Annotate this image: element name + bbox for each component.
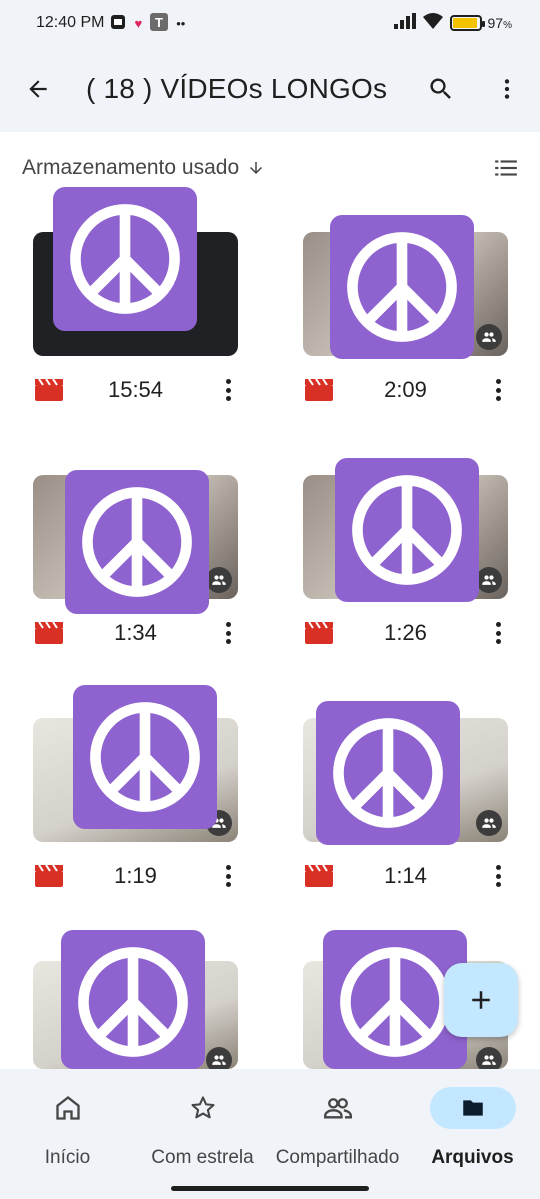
people-icon bbox=[323, 1098, 352, 1119]
video-file-icon bbox=[35, 378, 63, 406]
more-vert-icon[interactable] bbox=[222, 862, 234, 890]
wifi-icon bbox=[422, 12, 444, 35]
file-name: 2:09 bbox=[384, 377, 427, 402]
more-vert-icon[interactable] bbox=[222, 376, 234, 404]
more-vert-icon[interactable] bbox=[492, 376, 504, 404]
peace-sign-sticker bbox=[316, 701, 460, 845]
more-vert-icon[interactable] bbox=[222, 619, 234, 647]
battery-percent: 97% bbox=[487, 15, 512, 31]
nav-item-files[interactable]: Arquivos bbox=[405, 1087, 540, 1177]
shared-icon bbox=[206, 1047, 232, 1069]
more-options-button[interactable] bbox=[474, 46, 540, 132]
new-button[interactable] bbox=[444, 963, 518, 1037]
video-file-icon bbox=[35, 621, 63, 649]
file-name: 1:19 bbox=[114, 863, 157, 888]
file-meta-row: 1:14 bbox=[303, 858, 508, 894]
app-bar: ( 18 ) VÍDEOs LONGOs bbox=[0, 46, 540, 132]
shared-icon bbox=[476, 567, 502, 593]
more-vert-icon[interactable] bbox=[492, 619, 504, 647]
nav-label-shared: Compartilhado bbox=[275, 1147, 400, 1168]
file-name: 1:14 bbox=[384, 863, 427, 888]
peace-sign-sticker bbox=[65, 470, 209, 614]
search-button[interactable] bbox=[408, 46, 474, 132]
file-name: 15:54 bbox=[107, 377, 164, 402]
app-icon bbox=[110, 14, 126, 33]
folder-title: ( 18 ) VÍDEOs LONGOs bbox=[86, 73, 388, 104]
shared-icon bbox=[476, 1047, 502, 1069]
nav-item-shared[interactable]: Compartilhado bbox=[270, 1087, 405, 1177]
folder-icon bbox=[462, 1100, 483, 1116]
video-file-icon bbox=[35, 864, 63, 892]
sort-row: Armazenamento usado bbox=[0, 145, 540, 191]
file-meta-row: 1:26 bbox=[303, 615, 508, 651]
shared-icon bbox=[476, 324, 502, 350]
svg-text:T: T bbox=[155, 15, 163, 30]
nav-label-starred: Com estrela bbox=[151, 1147, 254, 1168]
heart-icon: ♥ bbox=[134, 15, 143, 31]
file-meta-row: 1:34 bbox=[33, 615, 238, 651]
peace-sign-sticker bbox=[53, 187, 197, 331]
more-vert-icon[interactable] bbox=[492, 862, 504, 890]
battery-icon bbox=[449, 15, 485, 31]
nav-label-home: Início bbox=[44, 1147, 91, 1168]
file-meta-row: 1:19 bbox=[33, 858, 238, 894]
back-button[interactable] bbox=[0, 46, 76, 132]
list-view-icon[interactable] bbox=[492, 155, 520, 186]
gesture-bar bbox=[171, 1186, 369, 1191]
more-vert-icon bbox=[504, 79, 510, 99]
video-file-icon bbox=[305, 621, 333, 649]
video-file-icon bbox=[305, 864, 333, 892]
shared-icon bbox=[206, 567, 232, 593]
video-file-icon bbox=[305, 378, 333, 406]
file-meta-row: 15:54 bbox=[33, 372, 238, 408]
file-name: 1:26 bbox=[384, 620, 427, 645]
star-icon bbox=[190, 1096, 215, 1119]
more-notifications-icon: •• bbox=[176, 15, 186, 31]
plus-icon bbox=[472, 991, 490, 1009]
peace-sign-sticker bbox=[61, 930, 205, 1069]
peace-sign-sticker bbox=[330, 215, 474, 359]
t-app-icon: T bbox=[150, 12, 169, 34]
sort-button[interactable]: Armazenamento usado bbox=[22, 156, 239, 180]
bottom-navigation: Início Com estrela Compartilhado Arquivo… bbox=[0, 1069, 540, 1199]
arrow-down-icon[interactable] bbox=[247, 159, 265, 177]
home-icon bbox=[55, 1096, 80, 1120]
peace-sign-sticker bbox=[73, 685, 217, 829]
peace-sign-sticker bbox=[335, 458, 479, 602]
nav-label-files: Arquivos bbox=[431, 1147, 514, 1168]
file-meta-row: 2:09 bbox=[303, 372, 508, 408]
nav-item-home[interactable]: Início bbox=[0, 1087, 135, 1177]
nav-item-starred[interactable]: Com estrela bbox=[135, 1087, 270, 1177]
status-bar: 12:40 PM ♥ T •• 97% bbox=[0, 0, 540, 46]
shared-icon bbox=[476, 810, 502, 836]
file-name: 1:34 bbox=[114, 620, 157, 645]
arrow-back-icon bbox=[29, 80, 47, 98]
signal-icon bbox=[393, 12, 416, 34]
search-icon bbox=[430, 78, 451, 99]
status-time: 12:40 PM bbox=[36, 14, 105, 31]
